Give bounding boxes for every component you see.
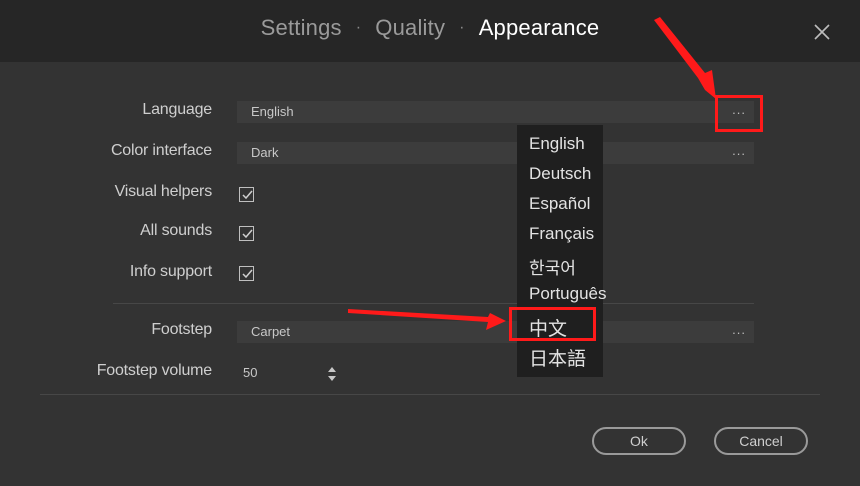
annotation-arrow-to-more xyxy=(654,17,716,99)
annotation-arrow-to-chinese xyxy=(348,309,506,330)
annotation-arrows xyxy=(348,17,716,330)
